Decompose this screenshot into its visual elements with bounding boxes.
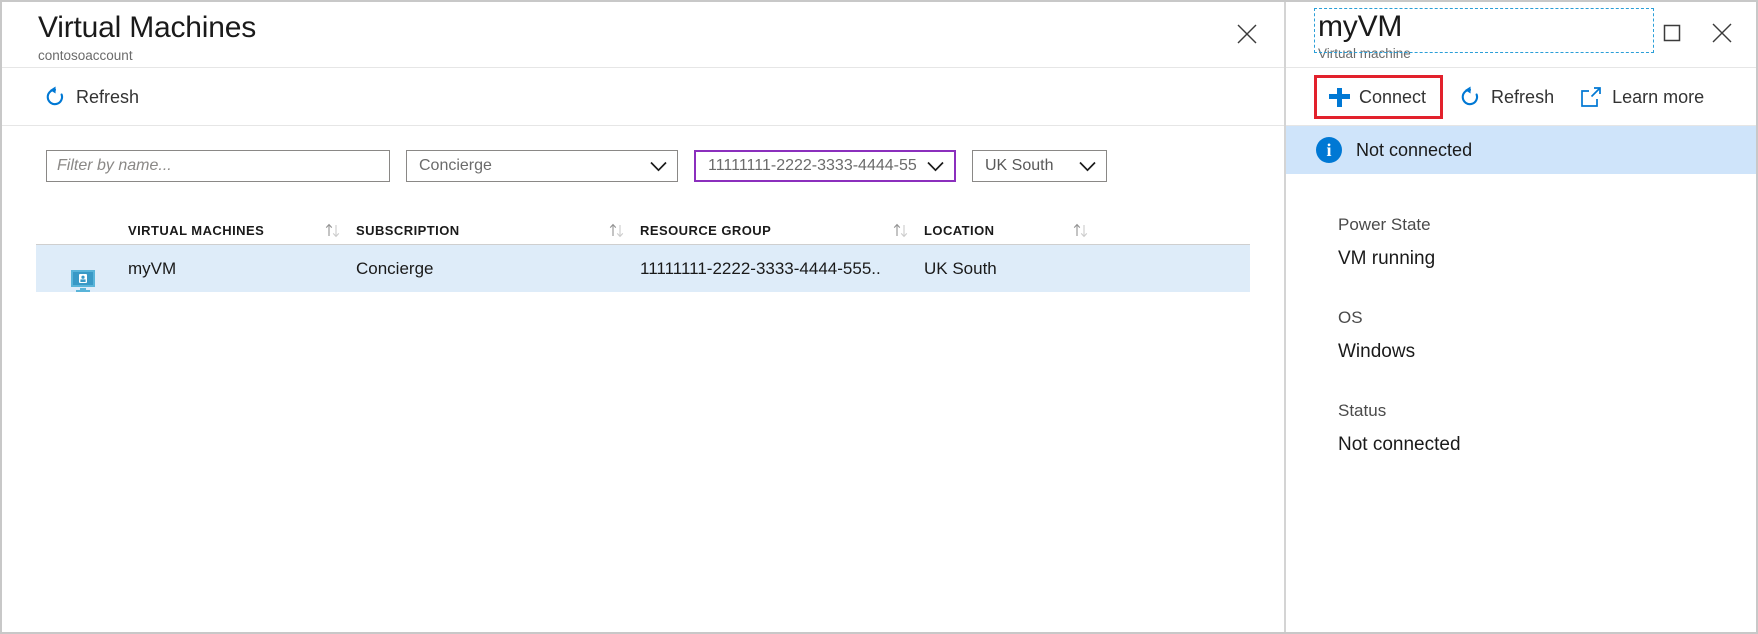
page-subtitle: contosoaccount	[38, 48, 133, 63]
refresh-button[interactable]: Refresh	[34, 80, 149, 114]
property-label: Power State	[1338, 215, 1431, 234]
vm-title-group: myVM Virtual machine	[1286, 8, 1654, 62]
sort-icon	[325, 223, 340, 238]
refresh-button-label: Refresh	[76, 86, 140, 107]
learn-more-button[interactable]: Learn more	[1570, 80, 1714, 114]
chevron-down-icon	[1079, 161, 1096, 171]
vm-refresh-button-label: Refresh	[1491, 86, 1555, 107]
column-header-location[interactable]: LOCATION	[924, 223, 1104, 238]
property-power-state: Power State VM running	[1338, 214, 1756, 271]
refresh-icon	[1461, 86, 1479, 105]
filter-bar: Concierge 11111111-2222-3333-4444-555 UK…	[2, 126, 1284, 184]
column-header-subscription[interactable]: SUBSCRIPTION	[356, 223, 640, 238]
resource-group-dropdown-value: 11111111-2222-3333-4444-555	[708, 157, 917, 174]
close-vm-blade-button[interactable]	[1702, 14, 1742, 52]
chevron-down-icon	[927, 161, 944, 171]
left-command-bar: Refresh	[2, 68, 1284, 126]
page-title: Virtual Machines	[38, 11, 257, 44]
vm-detail-blade: myVM Virtual machine Connect Refresh Lea…	[1286, 2, 1756, 632]
vm-detail-header: myVM Virtual machine	[1286, 2, 1756, 68]
cell-subscription: Concierge	[356, 258, 434, 278]
window-controls	[1652, 8, 1756, 52]
virtual-machines-blade: Virtual Machines contosoaccount Refresh	[2, 2, 1286, 632]
column-header-resource-group[interactable]: RESOURCE GROUP	[640, 223, 924, 238]
virtual-machines-table: VIRTUAL MACHINES SUBSCRIPTION RESOURCE G…	[2, 198, 1284, 292]
vm-refresh-button[interactable]: Refresh	[1449, 80, 1564, 114]
column-header-label: SUBSCRIPTION	[356, 223, 460, 238]
close-icon	[1712, 23, 1732, 43]
external-link-icon	[1581, 86, 1601, 107]
sort-icon	[893, 223, 908, 238]
cell-resource-group: 11111111-2222-3333-4444-555..	[640, 258, 881, 278]
chevron-down-icon	[650, 161, 667, 171]
info-icon: i	[1316, 137, 1342, 163]
azure-portal-window: Virtual Machines contosoaccount Refresh	[0, 0, 1758, 634]
table-header-row: VIRTUAL MACHINES SUBSCRIPTION RESOURCE G…	[36, 198, 1250, 244]
close-icon	[1237, 24, 1257, 44]
refresh-icon	[46, 86, 64, 105]
maximize-button[interactable]	[1652, 14, 1692, 52]
sort-icon	[609, 223, 624, 238]
learn-more-button-label: Learn more	[1612, 86, 1705, 107]
column-header-label: VIRTUAL MACHINES	[128, 223, 265, 238]
subscription-filter[interactable]: Concierge	[406, 150, 678, 182]
virtual-machine-icon	[71, 269, 95, 292]
connect-button[interactable]: Connect	[1314, 74, 1444, 119]
sort-icon	[1073, 223, 1088, 238]
connect-button-label: Connect	[1359, 86, 1427, 107]
resource-group-dropdown[interactable]: 11111111-2222-3333-4444-555	[694, 150, 956, 182]
property-value: Windows	[1338, 341, 1416, 362]
close-blade-button[interactable]	[1224, 11, 1270, 57]
maximize-icon	[1663, 24, 1681, 42]
location-dropdown[interactable]: UK South	[972, 150, 1107, 182]
subscription-dropdown[interactable]: Concierge	[406, 150, 678, 182]
property-os: OS Windows	[1338, 307, 1756, 364]
property-status: Status Not connected	[1338, 400, 1756, 457]
cell-location: UK South	[924, 258, 997, 278]
property-value: Not connected	[1338, 434, 1461, 455]
property-label: OS	[1338, 308, 1363, 327]
subscription-dropdown-value: Concierge	[419, 157, 492, 174]
blade-title-group: Virtual Machines contosoaccount	[2, 11, 256, 65]
property-value: VM running	[1338, 248, 1436, 269]
table-row[interactable]: myVM Concierge 11111111-2222-3333-4444-5…	[36, 244, 1250, 292]
connection-status-text: Not connected	[1356, 139, 1473, 160]
vm-subtitle: Virtual machine	[1318, 46, 1411, 61]
column-header-virtual-machines[interactable]: VIRTUAL MACHINES	[36, 223, 356, 238]
property-label: Status	[1338, 401, 1387, 420]
blade-header: Virtual Machines contosoaccount	[2, 2, 1284, 68]
location-filter[interactable]: UK South	[972, 150, 1107, 182]
plus-icon	[1329, 87, 1350, 107]
vm-command-bar: Connect Refresh Learn more	[1286, 68, 1756, 126]
search-input[interactable]	[46, 150, 390, 182]
column-header-label: LOCATION	[924, 223, 995, 238]
vm-properties-list: Power State VM running OS Windows Status…	[1286, 174, 1756, 493]
location-dropdown-value: UK South	[985, 157, 1054, 174]
resource-group-filter[interactable]: 11111111-2222-3333-4444-555	[694, 150, 956, 182]
vm-title: myVM	[1318, 10, 1403, 43]
connection-status-banner: i Not connected	[1286, 126, 1756, 174]
column-header-label: RESOURCE GROUP	[640, 223, 772, 238]
